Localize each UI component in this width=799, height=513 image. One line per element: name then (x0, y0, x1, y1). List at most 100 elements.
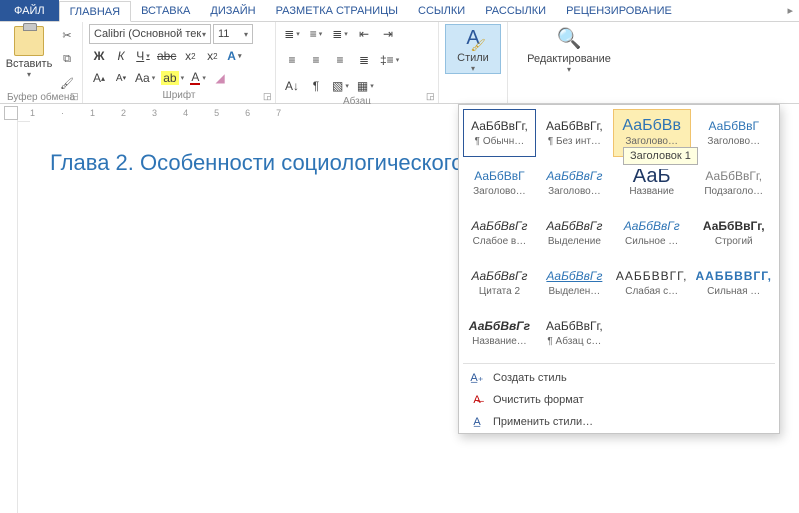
tab-page-layout[interactable]: РАЗМЕТКА СТРАНИЦЫ (266, 0, 408, 21)
style-tooltip: Заголовок 1 (623, 147, 698, 165)
editing-label: Редактирование (527, 53, 611, 65)
cut-button[interactable]: ✂ (58, 26, 76, 44)
style-item[interactable]: АаБбВвГг Сильное … (613, 209, 691, 257)
paste-button[interactable]: Вставить ▾ (6, 24, 52, 79)
clipboard-launcher[interactable]: ◲ (70, 91, 80, 101)
highlight-button[interactable]: ab▾ (159, 68, 186, 88)
style-preview: АаБбВвГг (541, 269, 608, 283)
grow-font-button[interactable]: A▴ (89, 68, 109, 88)
style-item[interactable]: АаБбВвГЗаголово… (693, 109, 776, 157)
decrease-indent-button[interactable]: ⇤ (354, 24, 374, 44)
bullets-button[interactable]: ≣▾ (282, 24, 302, 44)
style-item[interactable]: АаБНазвание (613, 159, 691, 207)
style-item[interactable]: АаБбВвГг, Подзаголо… (693, 159, 776, 207)
style-preview: АаБбВвГг (616, 219, 688, 233)
tab-home[interactable]: ГЛАВНАЯ (59, 1, 131, 22)
strikethrough-button[interactable]: abc (155, 46, 178, 66)
style-item[interactable]: АаБбВвГгСлабое в… (463, 209, 536, 257)
style-item[interactable]: АаБбВвГг,¶ Без инт… (538, 109, 611, 157)
create-style-cmd[interactable]: A̲₊ Создать стиль (459, 366, 779, 389)
tab-review[interactable]: РЕЦЕНЗИРОВАНИЕ (556, 0, 682, 21)
style-label: ¶ Обычн… (466, 136, 533, 147)
paragraph-launcher[interactable]: ◲ (426, 91, 436, 101)
style-preview: АаБбВвГг (541, 219, 608, 233)
show-marks-button[interactable]: ¶ (306, 76, 326, 96)
subscript-button[interactable]: x2 (180, 46, 200, 66)
tabs-scroll-right-icon[interactable]: ▸ (781, 4, 799, 17)
style-label: Сильное … (616, 236, 688, 247)
text-effects-button[interactable]: A▾ (224, 46, 244, 66)
paste-dropdown-icon[interactable]: ▾ (27, 70, 31, 79)
style-label: Слабая с… (616, 286, 688, 297)
eraser-icon: ◢ (215, 71, 224, 85)
style-item[interactable]: АаБбВвГгВыделение (538, 209, 611, 257)
clear-formatting-button[interactable]: ◢ (210, 68, 230, 88)
font-color-button[interactable]: A▾ (188, 68, 208, 88)
styles-gallery-button[interactable]: A🖌 Стили ▾ (445, 24, 501, 74)
style-label: Заголово… (541, 186, 608, 197)
tab-design[interactable]: ДИЗАЙН (200, 0, 265, 21)
shrink-font-button[interactable]: A▾ (111, 68, 131, 88)
bold-button[interactable]: Ж (89, 46, 109, 66)
shading-button[interactable]: ▧▾ (330, 76, 351, 96)
increase-indent-button[interactable]: ⇥ (378, 24, 398, 44)
highlight-icon: ab (161, 71, 178, 85)
ruler-corner[interactable] (4, 106, 18, 120)
style-item[interactable]: ААББВВГГ,Сильная … (693, 259, 776, 307)
create-style-icon: A̲₊ (469, 371, 485, 384)
ribbon-tabs: ФАЙЛ ГЛАВНАЯ ВСТАВКА ДИЗАЙН РАЗМЕТКА СТР… (0, 0, 799, 22)
style-item[interactable]: АаБбВвГгВыделен… (538, 259, 611, 307)
style-item[interactable]: АаБбВвГгЗаголово… (538, 159, 611, 207)
font-color-icon: A (190, 71, 200, 85)
style-item[interactable]: АаБбВвГг, ¶ Абзац с… (538, 309, 611, 357)
style-item[interactable]: АаБбВвГг,¶ Обычн… (463, 109, 536, 157)
borders-button[interactable]: ▦▾ (355, 76, 376, 96)
justify-button[interactable]: ≣ (354, 50, 374, 70)
editing-button[interactable]: 🔍 Редактирование ▾ (514, 24, 624, 74)
tab-insert[interactable]: ВСТАВКА (131, 0, 200, 21)
style-item[interactable]: АаБбВвГгНазвание… (463, 309, 536, 357)
format-painter-button[interactable]: 🖌 (58, 74, 76, 92)
group-styles: A🖌 Стили ▾ (439, 22, 508, 103)
multilevel-list-button[interactable]: ≣▾ (330, 24, 350, 44)
line-spacing-button[interactable]: ‡≡▾ (378, 50, 401, 70)
style-preview: АаБбВвГг, (541, 119, 608, 133)
align-center-button[interactable]: ≡ (306, 50, 326, 70)
chevron-down-icon: ▾ (181, 74, 185, 82)
vertical-ruler[interactable] (0, 120, 18, 513)
tab-mailings[interactable]: РАССЫЛКИ (475, 0, 556, 21)
apply-styles-label: Применить стили… (493, 416, 593, 428)
style-label: Цитата 2 (466, 286, 533, 297)
style-item[interactable]: АаБбВвГгЦитата 2 (463, 259, 536, 307)
style-label: Название… (466, 336, 533, 347)
style-item[interactable]: ААББВВГГ,Слабая с… (613, 259, 691, 307)
apply-styles-cmd[interactable]: A̲ Применить стили… (459, 411, 779, 433)
style-label: Строгий (696, 236, 773, 247)
underline-button[interactable]: Ч ▾ (133, 46, 153, 66)
style-preview: АаБбВвГг, (696, 169, 773, 183)
style-label: Подзаголо… (696, 186, 773, 197)
style-label: Слабое в… (466, 236, 533, 247)
chevron-down-icon: ▾ (567, 65, 571, 74)
style-item[interactable]: АаБбВвГЗаголово… (463, 159, 536, 207)
copy-button[interactable]: ⧉ (58, 50, 76, 68)
font-name-combo[interactable]: Calibri (Основной тек ▾ (89, 24, 211, 44)
style-preview: ААББВВГГ, (696, 269, 773, 283)
superscript-button[interactable]: x2 (202, 46, 222, 66)
align-left-button[interactable]: ≡ (282, 50, 302, 70)
style-item[interactable]: АаБбВвГг,Строгий (693, 209, 776, 257)
group-clipboard: Вставить ▾ ✂ ⧉ 🖌 Буфер обмена ◲ (0, 22, 83, 103)
align-right-button[interactable]: ≡ (330, 50, 350, 70)
style-label: ¶ Абзац с… (541, 336, 608, 347)
sort-button[interactable]: A↓ (282, 76, 302, 96)
style-label: Заголово… (696, 136, 773, 147)
change-case-button[interactable]: Aa▾ (133, 68, 157, 88)
font-size-combo[interactable]: 11 ▾ (213, 24, 253, 44)
clear-format-cmd[interactable]: A̶ Очистить формат (459, 389, 779, 411)
style-preview: АаБбВвГг, (541, 319, 608, 333)
italic-button[interactable]: К (111, 46, 131, 66)
tab-file[interactable]: ФАЙЛ (0, 0, 59, 21)
font-launcher[interactable]: ◲ (263, 91, 273, 101)
tab-references[interactable]: ССЫЛКИ (408, 0, 475, 21)
numbering-button[interactable]: ≡▾ (306, 24, 326, 44)
